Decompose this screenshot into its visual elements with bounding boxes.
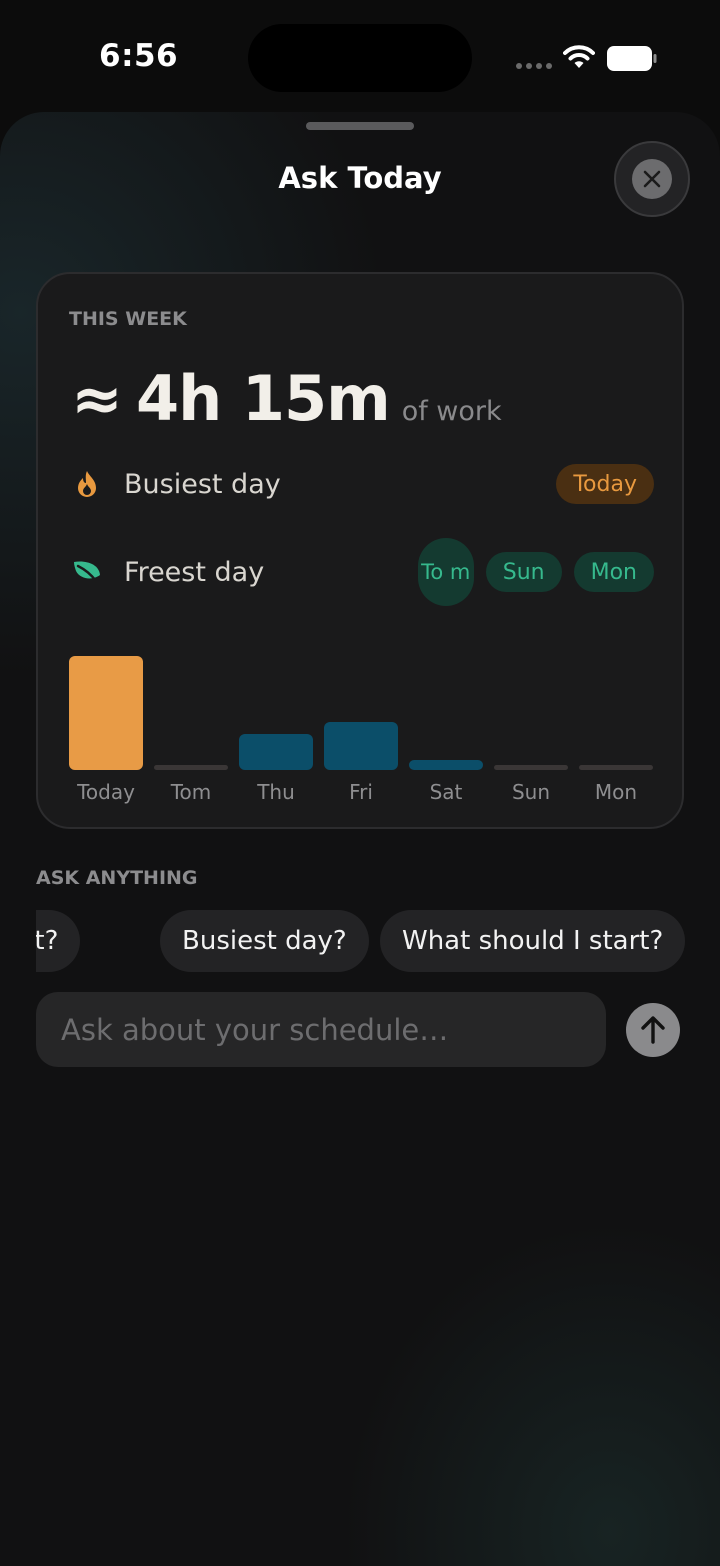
leaf-icon	[72, 557, 102, 587]
chart-day-label: Sun	[511, 780, 551, 804]
chart-day-label: Thu	[257, 780, 295, 804]
chart-day-label: Sat	[429, 780, 463, 804]
chart-bar	[239, 734, 313, 770]
chart-bar	[324, 722, 398, 770]
week-workload-chart: Today Tom Thu Fri Sat Sun Mon	[69, 640, 654, 810]
approx-symbol: ≈	[71, 362, 123, 435]
suggestion-chip-start[interactable]: What should I start?	[380, 910, 686, 972]
suggestion-chip-busiest[interactable]: Busiest day?	[160, 910, 369, 972]
dynamic-island	[248, 24, 472, 92]
chart-day-label: Mon	[594, 780, 638, 804]
ask-today-sheet: Ask Today THIS WEEK ≈ 4h 15m of work Bus…	[0, 112, 720, 1566]
freest-day-chip[interactable]: To m	[417, 538, 474, 606]
this-week-card: THIS WEEK ≈ 4h 15m of work Busiest day T…	[36, 272, 684, 829]
freest-day-row: Freest day To m Sun Mon	[72, 538, 654, 606]
status-bar: 6:56	[0, 0, 720, 112]
chart-bar	[494, 765, 568, 770]
work-suffix: of work	[401, 396, 502, 427]
freest-day-chip[interactable]: Mon	[573, 552, 654, 592]
card-label: THIS WEEK	[69, 308, 187, 330]
suggestion-chip-freest[interactable]: Which day is freest?	[36, 910, 81, 972]
busiest-day-row: Busiest day Today	[72, 464, 654, 504]
schedule-question-input[interactable]: Ask about your schedule…	[36, 992, 606, 1067]
chart-day-label: Tom	[170, 780, 212, 804]
close-icon	[632, 159, 672, 199]
chart-bar	[154, 765, 228, 770]
freest-day-chip[interactable]: Sun	[485, 552, 562, 592]
busiest-day-chip[interactable]: Today	[556, 464, 654, 504]
work-total: 4h 15m	[135, 362, 391, 435]
send-button[interactable]	[626, 1003, 680, 1057]
chart-bar	[579, 765, 653, 770]
chart-bar	[69, 656, 143, 770]
freest-day-label: Freest day	[124, 556, 265, 588]
arrow-up-icon	[641, 1016, 665, 1044]
busiest-day-label: Busiest day	[124, 468, 281, 500]
status-time: 6:56	[99, 38, 179, 74]
ask-anything-label: ASK ANYTHING	[36, 867, 198, 889]
wifi-icon	[563, 45, 595, 68]
chart-day-label: Fri	[349, 780, 373, 804]
work-total-row: ≈ 4h 15m of work	[71, 362, 502, 435]
sheet-grabber[interactable]	[306, 122, 414, 130]
sheet-title: Ask Today	[278, 161, 442, 195]
suggestion-chips: Which day is freest? Busiest day? What s…	[36, 910, 720, 972]
cellular-signal-icon	[516, 63, 552, 69]
close-button[interactable]	[614, 141, 690, 217]
chart-bar	[409, 760, 483, 770]
battery-icon	[607, 46, 657, 71]
flame-icon	[72, 469, 102, 499]
chart-day-label: Today	[77, 780, 135, 804]
